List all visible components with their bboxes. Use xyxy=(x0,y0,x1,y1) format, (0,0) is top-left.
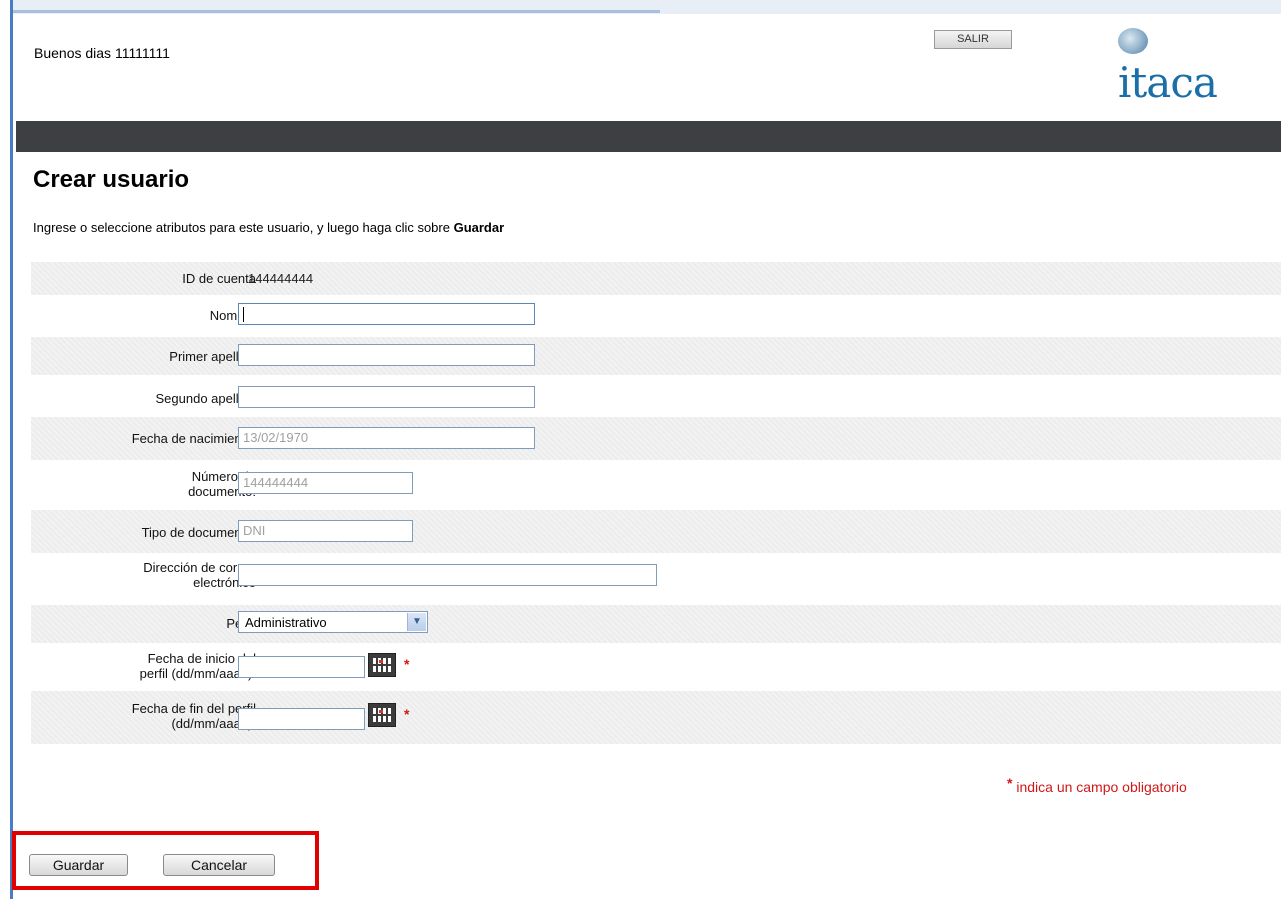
row-tipo-documento: Tipo de documento: DNI xyxy=(31,510,1281,553)
tab-line xyxy=(0,10,660,13)
row-primer-apellido: Primer apellido xyxy=(31,337,1281,375)
row-account-id: ID de cuenta 144444444 xyxy=(31,262,1281,295)
header-bar xyxy=(16,121,1281,152)
instructions-text: Ingrese o seleccione atributos para este… xyxy=(33,220,504,235)
save-button[interactable]: Guardar xyxy=(29,854,128,876)
nombre-input[interactable] xyxy=(238,303,535,325)
row-segundo-apellido: Segundo apellido xyxy=(31,375,1281,417)
required-note-text: indica un campo obligatorio xyxy=(1016,779,1187,795)
logo-globe-icon xyxy=(1118,28,1148,54)
row-correo: Dirección de correo electrónico xyxy=(31,553,1281,605)
required-marker: * xyxy=(404,656,410,672)
window-left-edge xyxy=(0,0,13,899)
calendar-icon[interactable] xyxy=(368,703,396,727)
tipo-documento-input[interactable]: DNI xyxy=(238,520,413,542)
fecha-inicio-input[interactable] xyxy=(238,656,365,678)
row-numero-documento: Número de documento: 144444444 xyxy=(31,460,1281,510)
logo-text: itaca xyxy=(1118,58,1218,107)
cancel-button[interactable]: Cancelar xyxy=(163,854,275,876)
required-note-star: * xyxy=(1007,775,1013,791)
chevron-down-icon[interactable]: ▼ xyxy=(407,613,426,631)
instructions-bold: Guardar xyxy=(453,220,505,235)
row-perfil: Perfil Administrativo ▼ xyxy=(31,605,1281,643)
instructions-prefix: Ingrese o seleccione atributos para este… xyxy=(33,220,454,235)
row-nombre: Nombre xyxy=(31,295,1281,337)
segundo-apellido-input[interactable] xyxy=(238,386,535,408)
correo-input[interactable] xyxy=(238,564,657,586)
logout-button[interactable]: SALIR xyxy=(934,30,1012,49)
row-fecha-fin: Fecha de fin del perfil (dd/mm/aaaa): * xyxy=(31,691,1281,744)
itaca-logo: itaca xyxy=(1112,28,1252,107)
perfil-selected-value: Administrativo xyxy=(245,615,327,630)
account-id-value: 144444444 xyxy=(248,271,314,286)
row-fecha-nacimiento: Fecha de nacimiento: 13/02/1970 xyxy=(31,417,1281,460)
numero-documento-input[interactable]: 144444444 xyxy=(238,472,413,494)
required-marker: * xyxy=(404,706,410,722)
greeting-text: Buenos dias 11111111 xyxy=(34,45,170,61)
window-top-strip xyxy=(0,0,1281,14)
account-id-label: ID de cuenta xyxy=(182,271,256,286)
fecha-nacimiento-input[interactable]: 13/02/1970 xyxy=(238,427,535,449)
row-fecha-inicio: Fecha de inicio del perfil (dd/mm/aaaa):… xyxy=(31,643,1281,691)
primer-apellido-input[interactable] xyxy=(238,344,535,366)
text-caret xyxy=(243,307,244,322)
page-title: Crear usuario xyxy=(33,166,190,193)
calendar-icon[interactable] xyxy=(368,653,396,677)
required-note: * indica un campo obligatorio xyxy=(1007,775,1187,795)
perfil-select[interactable]: Administrativo ▼ xyxy=(238,611,428,633)
fecha-fin-input[interactable] xyxy=(238,708,365,730)
